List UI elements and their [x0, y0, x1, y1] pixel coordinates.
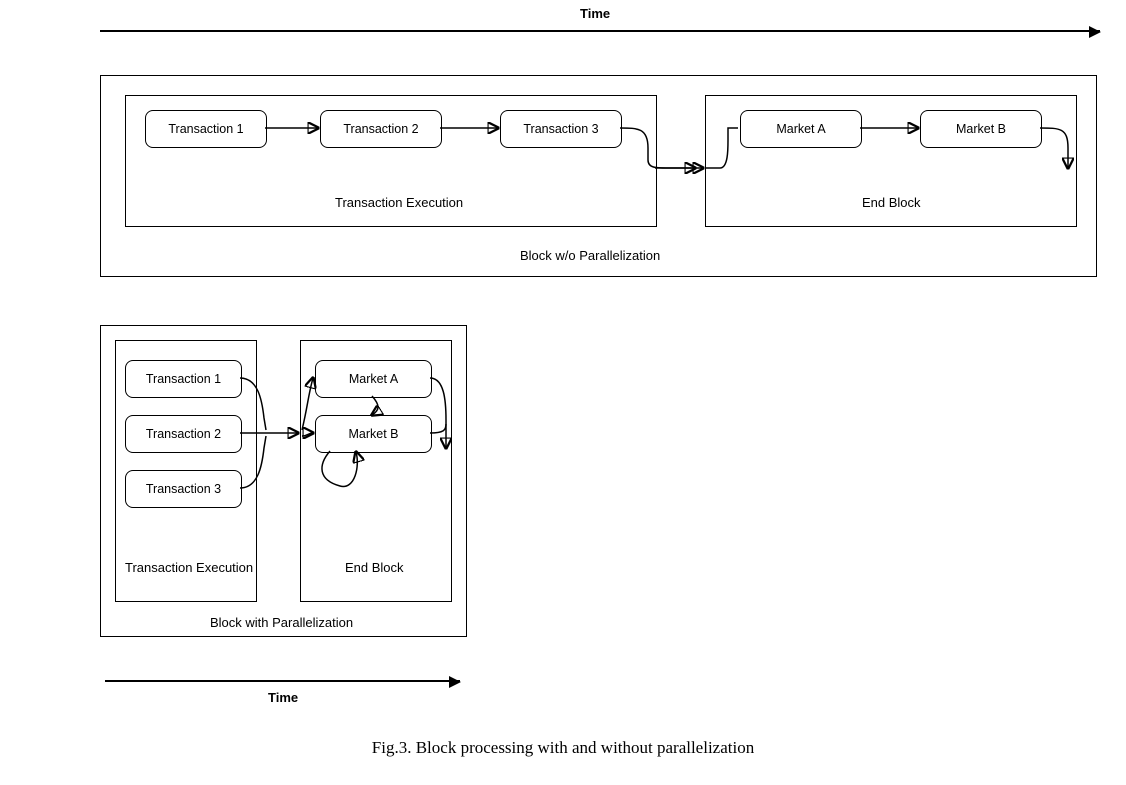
- transaction-1-top: Transaction 1: [145, 110, 267, 148]
- node-label: Transaction 3: [523, 122, 598, 136]
- transaction-2-bottom: Transaction 2: [125, 415, 242, 453]
- transaction-execution-label-bottom: Transaction Execution: [125, 560, 253, 575]
- transaction-3-bottom: Transaction 3: [125, 470, 242, 508]
- node-label: Transaction 2: [343, 122, 418, 136]
- node-label: Transaction 3: [146, 482, 221, 496]
- market-a-bottom: Market A: [315, 360, 432, 398]
- transaction-1-bottom: Transaction 1: [125, 360, 242, 398]
- node-label: Transaction 1: [168, 122, 243, 136]
- time-label-bottom: Time: [268, 690, 298, 705]
- end-block-label-bottom: End Block: [345, 560, 404, 575]
- time-axis-top: [100, 30, 1100, 32]
- transaction-2-top: Transaction 2: [320, 110, 442, 148]
- node-label: Transaction 2: [146, 427, 221, 441]
- node-label: Market A: [349, 372, 398, 386]
- figure-canvas: Time Transaction 1 Transaction 2 Transac…: [0, 0, 1126, 785]
- node-label: Market B: [348, 427, 398, 441]
- figure-caption: Fig.3. Block processing with and without…: [0, 738, 1126, 758]
- node-label: Transaction 1: [146, 372, 221, 386]
- market-b-top: Market B: [920, 110, 1042, 148]
- block-with-parallelization-title: Block with Parallelization: [210, 615, 353, 630]
- end-block-label-top: End Block: [862, 195, 921, 210]
- time-axis-bottom: [105, 680, 460, 682]
- transaction-3-top: Transaction 3: [500, 110, 622, 148]
- time-label-top: Time: [580, 6, 610, 21]
- market-b-bottom: Market B: [315, 415, 432, 453]
- block-without-parallelization-title: Block w/o Parallelization: [520, 248, 660, 263]
- node-label: Market B: [956, 122, 1006, 136]
- transaction-execution-label-top: Transaction Execution: [335, 195, 463, 210]
- market-a-top: Market A: [740, 110, 862, 148]
- node-label: Market A: [776, 122, 825, 136]
